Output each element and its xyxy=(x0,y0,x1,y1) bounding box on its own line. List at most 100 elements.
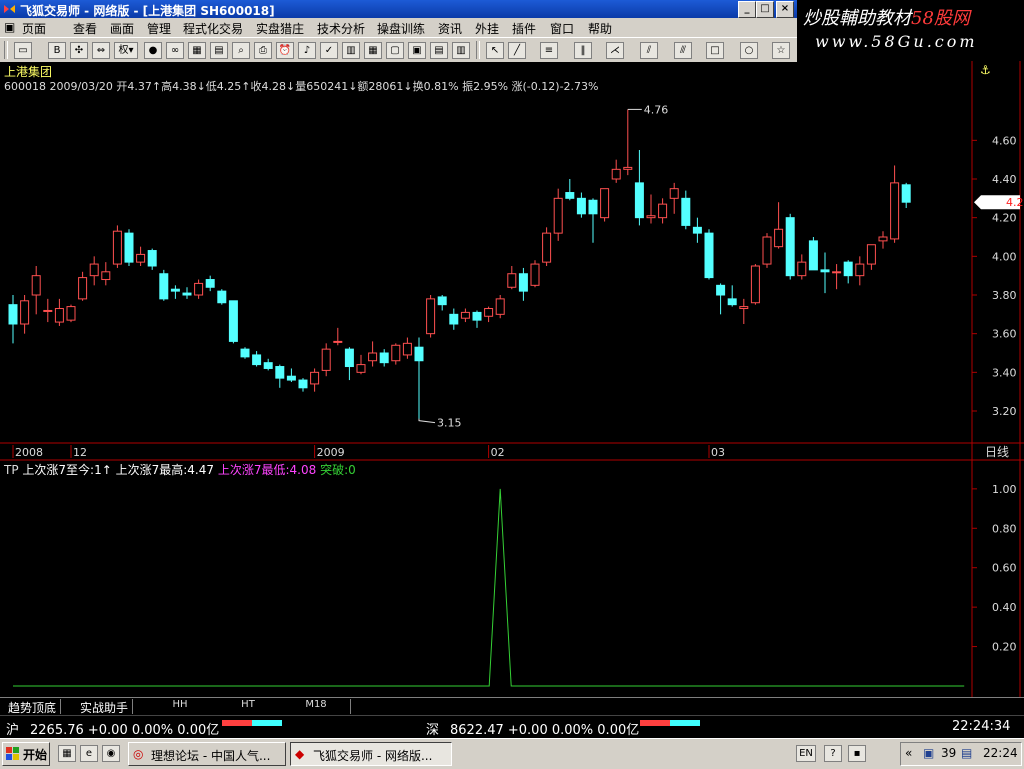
candle-body xyxy=(159,273,169,300)
vlines-icon[interactable]: ‖ xyxy=(574,42,592,59)
tile2-icon[interactable]: ▥ xyxy=(452,42,470,59)
gann-icon[interactable]: ⫻ xyxy=(674,42,692,59)
quicklaunch-desktop-icon[interactable]: ▦ xyxy=(58,745,76,762)
arrows-icon[interactable]: ✣ xyxy=(70,42,88,59)
tray-volume-icon[interactable]: ▤ xyxy=(961,746,972,760)
printer-icon[interactable]: ⎙ xyxy=(254,42,272,59)
candle-body xyxy=(205,279,215,288)
candle-body xyxy=(124,232,134,263)
ray-icon[interactable]: ≡ xyxy=(540,42,558,59)
tab-assistant[interactable]: 实战助手 xyxy=(76,699,134,715)
menu-item-plugin-ext[interactable]: 外挂 xyxy=(475,20,499,37)
tab-ht[interactable]: HT xyxy=(214,699,283,714)
rect-icon[interactable]: □ xyxy=(706,42,724,59)
candle-body xyxy=(692,226,702,234)
menu-item-page[interactable]: 页面 xyxy=(22,20,46,37)
bell-icon[interactable]: ♪ xyxy=(298,42,316,59)
candle-body xyxy=(890,182,900,240)
candle-body xyxy=(275,366,285,379)
chart-icon[interactable]: ▣ xyxy=(408,42,426,59)
maximize-button[interactable]: □ xyxy=(756,1,774,18)
table-icon[interactable]: ▦ xyxy=(364,42,382,59)
search-icon[interactable]: ⌕ xyxy=(232,42,250,59)
menu-item-program[interactable]: 程式化交易 xyxy=(183,20,243,37)
calendar-icon[interactable]: ▥ xyxy=(342,42,360,59)
quicklaunch-ie-icon[interactable]: e xyxy=(80,745,98,762)
chart-canvas[interactable]: 3.20 3.40 3.60 3.80 4.00 4.20 4.40 4.60 ⚓ 2008 12 2… xyxy=(0,61,1024,697)
candle-body xyxy=(750,265,760,304)
book-icon[interactable]: ▤ xyxy=(210,42,228,59)
task-trader[interactable]: ◆ 飞狐交易师 - 网络版... xyxy=(290,742,452,766)
price-tick-label: 4.00 xyxy=(992,250,1017,263)
candle-body xyxy=(530,263,540,286)
menu-item-hunt[interactable]: 实盘猎庄 xyxy=(256,20,304,37)
window-icon[interactable]: ▢ xyxy=(386,42,404,59)
language-indicator[interactable]: EN xyxy=(796,745,816,762)
candle-body xyxy=(611,168,621,180)
menu-item-view[interactable]: 查看 xyxy=(73,20,97,37)
close-button[interactable]: × xyxy=(776,1,794,18)
folder-icon[interactable]: ▭ xyxy=(14,42,32,59)
tray-expand-icon[interactable]: « xyxy=(905,746,912,760)
menu-item-window[interactable]: 窗口 xyxy=(550,20,574,37)
weight-icon[interactable]: ● xyxy=(144,42,162,59)
quan-button[interactable]: 权▾ xyxy=(114,42,138,59)
legend-since: 上次涨7至今:1↑ xyxy=(22,463,112,477)
candle-body xyxy=(240,348,250,358)
minimize-button[interactable]: _ xyxy=(738,1,756,18)
taskbar: 开始 ▦ e ◉ ◎ 理想论坛 - 中国人气... ◆ 飞狐交易师 - 网络版.… xyxy=(0,738,1024,769)
menu-bar: ▣ 页面 查看 画面 管理 程式化交易 实盘猎庄 技术分析 操盘训练 资讯 外挂… xyxy=(0,18,797,37)
candle-body xyxy=(379,352,389,364)
tp-tick-label: 0.80 xyxy=(992,522,1017,535)
quicklaunch-media-icon[interactable]: ◉ xyxy=(102,745,120,762)
circle-icon[interactable]: ○ xyxy=(740,42,758,59)
menu-item-plugins[interactable]: 插件 xyxy=(512,20,536,37)
candle-body xyxy=(866,244,876,265)
tp-tick-label: 0.60 xyxy=(992,562,1017,575)
glasses-icon[interactable]: ∞ xyxy=(166,42,184,59)
candle-body xyxy=(217,290,227,304)
tab-trend[interactable]: 趋势顶底 xyxy=(4,699,62,715)
line-icon[interactable]: ╱ xyxy=(508,42,526,59)
star-icon[interactable]: ☆ xyxy=(772,42,790,59)
fan-icon[interactable]: ⋌ xyxy=(606,42,624,59)
app-menu-icon[interactable]: ▣ xyxy=(4,20,15,34)
anchor-icon: ⚓ xyxy=(980,63,991,77)
tab-m18[interactable]: M18 xyxy=(282,699,351,714)
tab-hh[interactable]: HH xyxy=(146,699,215,714)
menu-item-manage[interactable]: 管理 xyxy=(147,20,171,37)
sz-index: 8622.47 +0.00 0.00% 0.00亿 xyxy=(450,723,640,738)
start-button[interactable]: 开始 xyxy=(2,742,50,766)
price-tick-label: 4.60 xyxy=(992,134,1017,147)
menu-item-news[interactable]: 资讯 xyxy=(438,20,462,37)
candle-body xyxy=(414,346,424,362)
candle-body xyxy=(808,240,818,271)
candle-body xyxy=(727,298,737,306)
check-icon[interactable]: ✓ xyxy=(320,42,338,59)
candle-body xyxy=(20,300,30,325)
ime-icon[interactable]: ▪ xyxy=(848,745,866,762)
tile-icon[interactable]: ▤ xyxy=(430,42,448,59)
price-tick-label: 3.80 xyxy=(992,289,1017,302)
trader-icon: ◆ xyxy=(295,747,305,761)
tray-network-icon[interactable]: ▣ xyxy=(923,746,934,760)
channel-icon[interactable]: ⫽ xyxy=(640,42,658,59)
menu-item-screen[interactable]: 画面 xyxy=(110,20,134,37)
menu-item-training[interactable]: 操盘训练 xyxy=(377,20,425,37)
stock-info-line: 600018 2009/03/20 开4.37↑高4.38↓低4.25↑收4.2… xyxy=(4,80,599,93)
swap-icon[interactable]: ⇔ xyxy=(92,42,110,59)
candle-body xyxy=(426,298,436,335)
chart-area: 3.20 3.40 3.60 3.80 4.00 4.20 4.40 4.60 ⚓ 2008 12 2… xyxy=(0,61,1024,697)
menu-item-help[interactable]: 帮助 xyxy=(588,20,612,37)
bsi-icon[interactable]: B xyxy=(48,42,66,59)
candle-body xyxy=(252,354,262,366)
alarm-icon[interactable]: ⏰ xyxy=(276,42,294,59)
candle-body xyxy=(182,292,192,296)
cursor-icon[interactable]: ↖ xyxy=(486,42,504,59)
help-icon[interactable]: ? xyxy=(824,745,842,762)
grid-icon[interactable]: ▦ xyxy=(188,42,206,59)
menu-item-analysis[interactable]: 技术分析 xyxy=(317,20,365,37)
task-forum[interactable]: ◎ 理想论坛 - 中国人气... xyxy=(128,742,286,766)
candle-body xyxy=(43,309,53,312)
low-marker-line xyxy=(418,418,436,424)
